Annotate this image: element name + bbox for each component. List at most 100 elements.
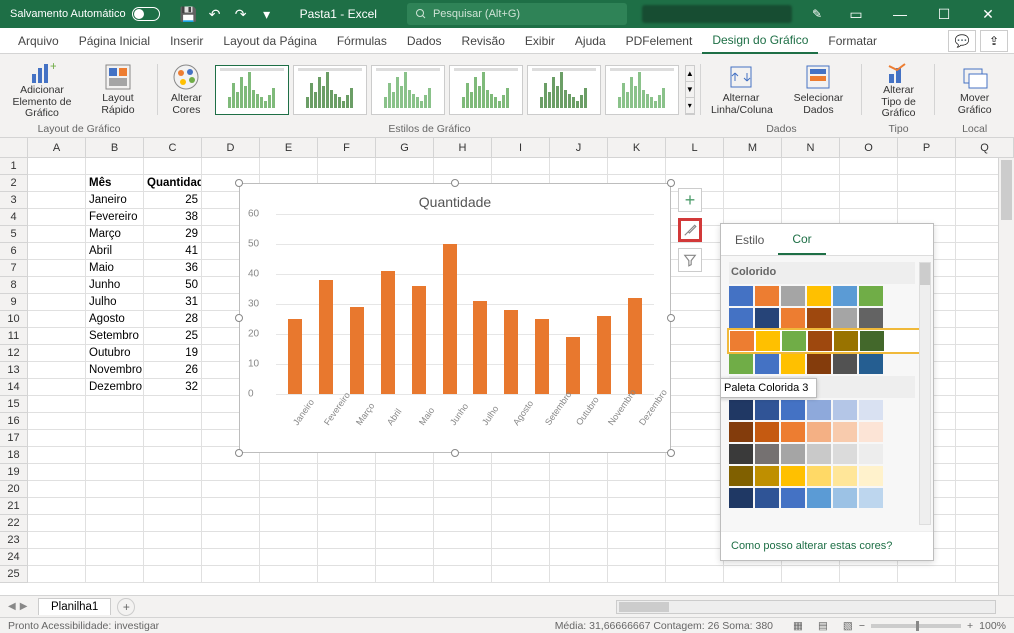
cell[interactable] (666, 498, 724, 515)
color-palette-row[interactable] (729, 488, 929, 508)
column-header[interactable]: D (202, 138, 260, 157)
cell[interactable]: Junho (86, 277, 144, 294)
cell[interactable] (608, 566, 666, 583)
menu-tab-pdfelement[interactable]: PDFelement (616, 28, 703, 54)
cell[interactable] (840, 158, 898, 175)
cell[interactable] (376, 566, 434, 583)
cell[interactable] (434, 158, 492, 175)
cell[interactable] (666, 158, 724, 175)
share-icon[interactable]: ⇪ (980, 30, 1008, 52)
menu-tab-ajuda[interactable]: Ajuda (565, 28, 616, 54)
cell[interactable] (28, 481, 86, 498)
cell[interactable]: 29 (144, 226, 202, 243)
cell[interactable]: Outubro (86, 345, 144, 362)
cell[interactable] (782, 158, 840, 175)
cell[interactable] (86, 396, 144, 413)
chart-bar[interactable] (535, 319, 549, 394)
column-header[interactable]: E (260, 138, 318, 157)
cell[interactable] (28, 175, 86, 192)
cell[interactable] (86, 498, 144, 515)
column-header[interactable]: J (550, 138, 608, 157)
cell[interactable]: Janeiro (86, 192, 144, 209)
cell[interactable] (144, 447, 202, 464)
cell[interactable] (144, 158, 202, 175)
menu-tab-formatar[interactable]: Formatar (818, 28, 887, 54)
cell[interactable] (202, 464, 260, 481)
cell[interactable] (28, 430, 86, 447)
row-header[interactable]: 17 (0, 430, 28, 447)
gallery-scroll[interactable]: ▲▼▾ (685, 65, 695, 115)
chart-filters-button[interactable] (678, 248, 702, 272)
cell[interactable] (724, 566, 782, 583)
cell[interactable] (318, 566, 376, 583)
cell[interactable] (28, 515, 86, 532)
cell[interactable] (608, 464, 666, 481)
cell[interactable] (550, 549, 608, 566)
row-header[interactable]: 6 (0, 243, 28, 260)
cell[interactable] (492, 464, 550, 481)
chart-bar[interactable] (504, 310, 518, 394)
menu-tab-arquivo[interactable]: Arquivo (8, 28, 69, 54)
cell[interactable] (260, 498, 318, 515)
cell[interactable] (144, 396, 202, 413)
resize-handle[interactable] (235, 449, 243, 457)
cell[interactable] (492, 532, 550, 549)
cell[interactable] (898, 566, 956, 583)
comments-icon[interactable]: 💬 (948, 30, 976, 52)
row-header[interactable]: 21 (0, 498, 28, 515)
resize-handle[interactable] (667, 314, 675, 322)
add-sheet-button[interactable]: + (117, 598, 135, 616)
cell[interactable] (434, 532, 492, 549)
row-header[interactable]: 12 (0, 345, 28, 362)
menu-tab-página-inicial[interactable]: Página Inicial (69, 28, 160, 54)
cell[interactable] (86, 430, 144, 447)
cell[interactable] (898, 192, 956, 209)
cell[interactable] (666, 379, 724, 396)
menu-tab-layout-da-página[interactable]: Layout da Página (213, 28, 326, 54)
chart-style-gallery[interactable] (215, 65, 679, 115)
view-pagebreak-icon[interactable]: ▧ (837, 620, 859, 632)
column-header[interactable]: G (376, 138, 434, 157)
cell[interactable]: Quantidade (144, 175, 202, 192)
cell[interactable] (86, 515, 144, 532)
minimize-icon[interactable]: — (878, 0, 922, 28)
column-header[interactable]: H (434, 138, 492, 157)
cell[interactable] (666, 549, 724, 566)
cell[interactable] (608, 532, 666, 549)
toggle-switch-icon[interactable] (132, 7, 160, 21)
switch-row-column-button[interactable]: Alternar Linha/Coluna (707, 58, 775, 122)
row-header[interactable]: 20 (0, 481, 28, 498)
cell[interactable] (202, 566, 260, 583)
cell[interactable] (144, 498, 202, 515)
row-header[interactable]: 11 (0, 328, 28, 345)
column-header[interactable]: P (898, 138, 956, 157)
cell[interactable] (666, 447, 724, 464)
cell[interactable] (28, 447, 86, 464)
cell[interactable] (28, 158, 86, 175)
cell[interactable]: Março (86, 226, 144, 243)
cell[interactable] (666, 515, 724, 532)
menu-tab-revisão[interactable]: Revisão (452, 28, 515, 54)
cell[interactable] (28, 294, 86, 311)
cell[interactable]: 25 (144, 192, 202, 209)
cell[interactable] (144, 430, 202, 447)
color-palette-row[interactable] (729, 286, 929, 306)
row-header[interactable]: 24 (0, 549, 28, 566)
cell[interactable] (144, 515, 202, 532)
cell[interactable] (28, 498, 86, 515)
cell[interactable] (666, 481, 724, 498)
cell[interactable] (28, 277, 86, 294)
cell[interactable] (28, 379, 86, 396)
color-palette-row[interactable] (729, 308, 929, 328)
cell[interactable] (144, 566, 202, 583)
embedded-chart[interactable]: Quantidade 0102030405060 JaneiroFevereir… (239, 183, 671, 453)
cell[interactable] (666, 345, 724, 362)
cell[interactable] (202, 498, 260, 515)
cell[interactable] (666, 294, 724, 311)
cell[interactable] (434, 464, 492, 481)
resize-handle[interactable] (235, 314, 243, 322)
cell[interactable] (376, 498, 434, 515)
change-colors-button[interactable]: Alterar Cores (164, 58, 209, 122)
row-header[interactable]: 19 (0, 464, 28, 481)
column-header[interactable]: N (782, 138, 840, 157)
